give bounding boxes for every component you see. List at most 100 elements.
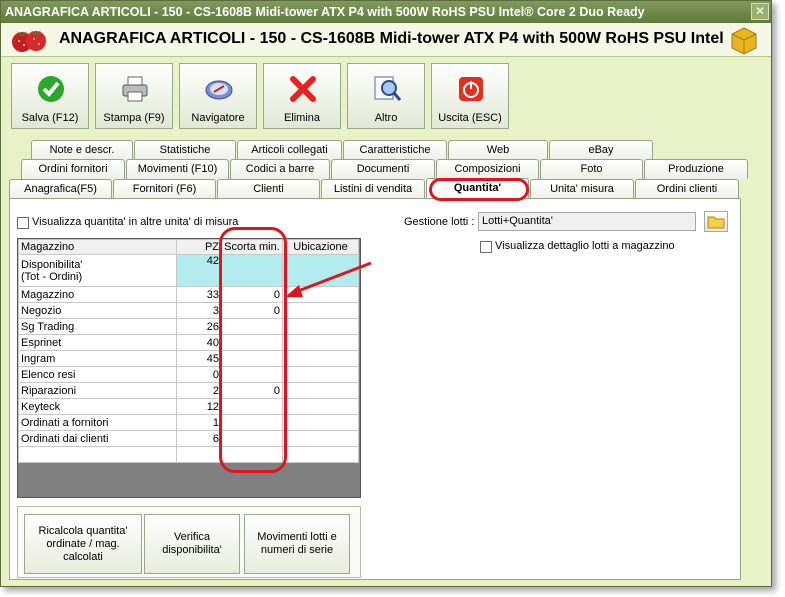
- row-name: Esprinet: [18, 334, 177, 351]
- exit-button-label: Uscita (ESC): [438, 112, 502, 124]
- printer-icon: [122, 76, 148, 102]
- table-row[interactable]: Keyteck 12: [18, 398, 359, 415]
- delete-button[interactable]: Elimina: [263, 63, 341, 129]
- delete-x-icon: [290, 76, 316, 102]
- tab-articoli-collegati[interactable]: Articoli collegati: [237, 140, 342, 160]
- table-row-empty[interactable]: [18, 446, 359, 463]
- navigator-button-label: Navigatore: [191, 112, 245, 124]
- row-name: Riparazioni: [18, 382, 177, 399]
- close-window-button[interactable]: ✕: [751, 3, 769, 20]
- row-name: Negozio: [18, 302, 177, 319]
- row-name: Elenco resi: [18, 366, 177, 383]
- highlight-scorta-column: [219, 227, 287, 473]
- row-ubicazione[interactable]: [282, 350, 359, 367]
- table-row[interactable]: Negozio 3 0: [18, 302, 359, 319]
- compass-icon: [205, 80, 233, 100]
- annotation-arrow-icon: [285, 261, 372, 297]
- row-ubicazione[interactable]: [282, 366, 359, 383]
- strawberry-logo-icon: [12, 30, 46, 52]
- tab-movimenti[interactable]: Movimenti (F10): [126, 159, 229, 179]
- window-title: ANAGRAFICA ARTICOLI - 150 - CS-1608B Mid…: [1, 1, 771, 23]
- exit-button[interactable]: Uscita (ESC): [431, 63, 509, 129]
- navigator-button[interactable]: Navigatore: [179, 63, 257, 129]
- tab-statistiche[interactable]: Statistiche: [134, 140, 236, 160]
- row-name: Ingram: [18, 350, 177, 367]
- table-row[interactable]: Ingram 45: [18, 350, 359, 367]
- table-row[interactable]: Ordinati dai clienti 6: [18, 430, 359, 447]
- row-ubicazione[interactable]: [282, 398, 359, 415]
- delete-button-label: Elimina: [283, 112, 321, 124]
- lot-movements-button[interactable]: Movimenti lotti e numeri di serie: [244, 514, 350, 574]
- tab-foto[interactable]: Foto: [540, 159, 643, 179]
- other-button[interactable]: Altro: [347, 63, 425, 129]
- tab-ebay[interactable]: eBay: [549, 140, 653, 160]
- row-name: Magazzino: [18, 286, 177, 303]
- row-name: Keyteck: [18, 398, 177, 415]
- tab-note-e-descr[interactable]: Note e descr.: [31, 140, 133, 160]
- tab-composizioni[interactable]: Composizioni: [436, 159, 539, 179]
- table-row[interactable]: Esprinet 40: [18, 334, 359, 351]
- check-icon: [38, 76, 64, 102]
- print-button[interactable]: Stampa (F9): [95, 63, 173, 129]
- lot-detail-checkbox[interactable]: [480, 241, 492, 253]
- magnifier-icon: [374, 76, 402, 101]
- row-name: Ordinati dai clienti: [18, 430, 177, 447]
- row-ubicazione[interactable]: [282, 334, 359, 351]
- tab-documenti[interactable]: Documenti: [331, 159, 435, 179]
- table-row[interactable]: Sg Trading 26: [18, 318, 359, 335]
- row-pz[interactable]: 1: [176, 414, 222, 431]
- row-pz[interactable]: 6: [176, 430, 222, 447]
- tab-produzione[interactable]: Produzione: [644, 159, 748, 179]
- verify-availability-button[interactable]: Verifica disponibilita': [144, 514, 240, 574]
- alt-units-label: Visualizza quantita' in altre unita' di …: [32, 216, 239, 228]
- tab-anagrafica[interactable]: Anagrafica(F5): [9, 179, 112, 199]
- row-pz[interactable]: 33: [176, 286, 222, 303]
- alt-units-checkbox[interactable]: [17, 217, 29, 229]
- tab-fornitori[interactable]: Fornitori (F6): [113, 179, 216, 199]
- header-ubicazione: Ubicazione: [282, 239, 359, 255]
- tab-codici-a-barre[interactable]: Codici a barre: [230, 159, 330, 179]
- row-pz[interactable]: 3: [176, 302, 222, 319]
- row-ubicazione[interactable]: [282, 414, 359, 431]
- table-row[interactable]: Riparazioni 2 0: [18, 382, 359, 399]
- lot-management-field[interactable]: Lotti+Quantita': [478, 212, 696, 231]
- table-row[interactable]: Ordinati a fornitori 1: [18, 414, 359, 431]
- folder-icon: [707, 216, 725, 229]
- tab-unita-misura[interactable]: Unita' misura: [530, 179, 634, 199]
- tab-clienti[interactable]: Clienti: [217, 179, 320, 199]
- row-pz[interactable]: 12: [176, 398, 222, 415]
- tab-ordini-fornitori[interactable]: Ordini fornitori: [21, 159, 125, 179]
- row-ubicazione[interactable]: [282, 430, 359, 447]
- exit-icon: [459, 77, 483, 101]
- recalculate-quantities-button[interactable]: Ricalcola quantita' ordinate / mag. calc…: [24, 514, 142, 574]
- lot-management-label: Gestione lotti :: [404, 216, 475, 228]
- tab-web[interactable]: Web: [448, 140, 548, 160]
- row-pz[interactable]: 45: [176, 350, 222, 367]
- tab-caratteristiche[interactable]: Caratteristiche: [343, 140, 447, 160]
- header: ANAGRAFICA ARTICOLI - 150 - CS-1608B Mid…: [1, 23, 771, 57]
- save-button-label: Salva (F12): [21, 112, 79, 124]
- row-ubicazione[interactable]: [282, 382, 359, 399]
- table-row[interactable]: Elenco resi 0: [18, 366, 359, 383]
- row-ubicazione[interactable]: [282, 318, 359, 335]
- other-button-label: Altro: [374, 112, 398, 124]
- tab-listini-di-vendita[interactable]: Listini di vendita: [321, 179, 425, 199]
- lot-detail-label: Visualizza dettaglio lotti a magazzino: [495, 240, 675, 252]
- row-pz[interactable]: 0: [176, 366, 222, 383]
- cubes-icon: [731, 27, 757, 55]
- header-pz: PZ: [176, 239, 222, 255]
- row-pz[interactable]: 26: [176, 318, 222, 335]
- save-button[interactable]: Salva (F12): [11, 63, 89, 129]
- row-name: Sg Trading: [18, 318, 177, 335]
- row-pz[interactable]: 2: [176, 382, 222, 399]
- table-header-row: Magazzino PZ Scorta min. Ubicazione: [18, 239, 359, 255]
- window: ANAGRAFICA ARTICOLI - 150 - CS-1608B Mid…: [0, 0, 772, 587]
- browse-folder-button[interactable]: [704, 211, 728, 232]
- row-pz[interactable]: 42: [176, 254, 222, 287]
- highlight-quantita-tab: [429, 178, 529, 201]
- actions-panel: Ricalcola quantita' ordinate / mag. calc…: [17, 506, 361, 578]
- row-ubicazione[interactable]: [282, 302, 359, 319]
- row-pz[interactable]: 40: [176, 334, 222, 351]
- print-button-label: Stampa (F9): [103, 112, 165, 124]
- tab-ordini-clienti[interactable]: Ordini clienti: [635, 179, 739, 199]
